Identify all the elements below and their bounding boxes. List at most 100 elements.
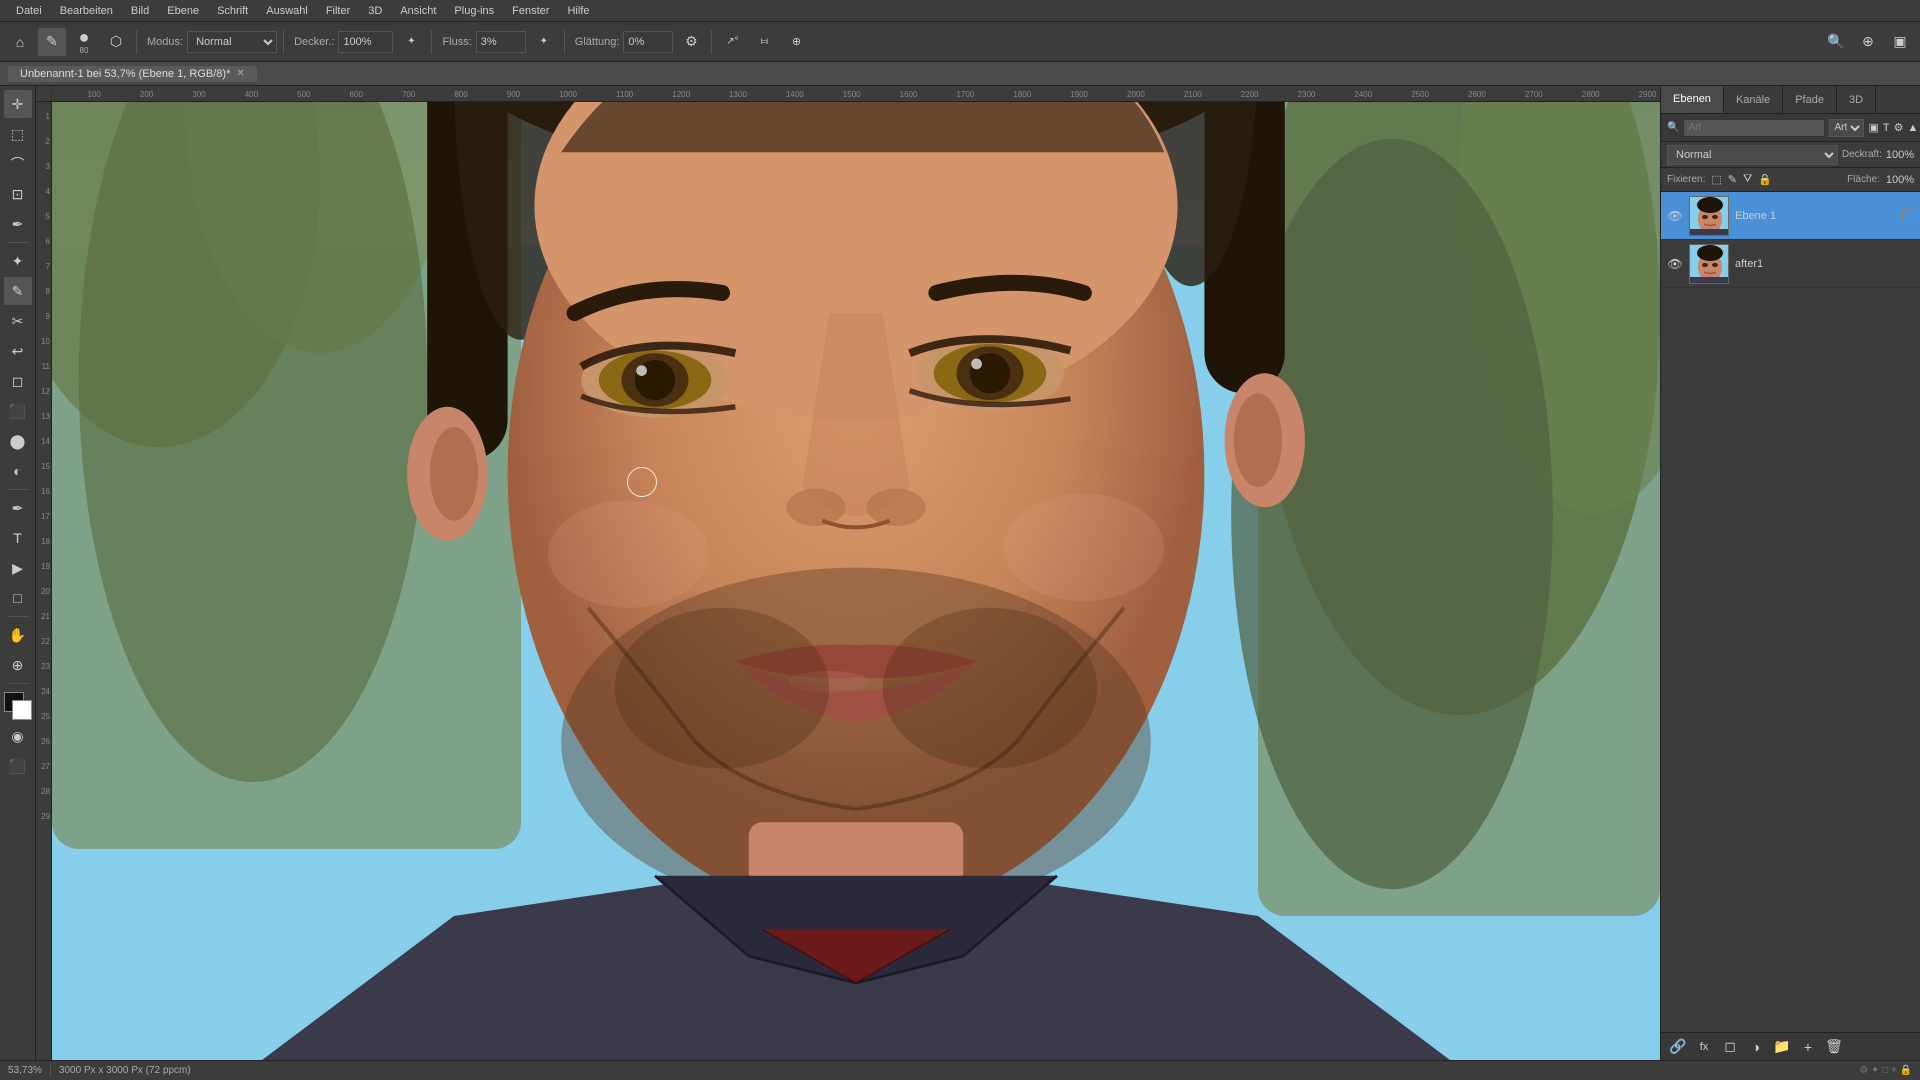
background-color[interactable] — [12, 700, 32, 720]
tab-pfade[interactable]: Pfade — [1783, 86, 1837, 113]
quick-mask-tool[interactable]: ◉ — [4, 722, 32, 750]
menu-plugins[interactable]: Plug-ins — [446, 3, 502, 19]
screen-mode-tool[interactable]: ⬛ — [4, 752, 32, 780]
layer-type-filter[interactable] — [1683, 119, 1825, 137]
tab-kanaele[interactable]: Kanäle — [1724, 86, 1783, 113]
menu-ebene[interactable]: Ebene — [159, 3, 207, 19]
canvas-with-ruler: 123 456 789 101112 131415 161718 192021 … — [36, 102, 1660, 1060]
menu-filter[interactable]: Filter — [318, 3, 358, 19]
link-layers-btn[interactable]: 🔗 — [1667, 1036, 1689, 1058]
layer-view-btn[interactable]: ▣ — [1868, 118, 1878, 138]
layer-style-btn[interactable]: fx — [1693, 1036, 1715, 1058]
menu-auswahl[interactable]: Auswahl — [258, 3, 316, 19]
ruler-left: 123 456 789 101112 131415 161718 192021 … — [36, 102, 52, 1060]
mode-select[interactable]: Normal — [187, 31, 277, 53]
menu-bearbeiten[interactable]: Bearbeiten — [52, 3, 121, 19]
fluss-pressure-btn[interactable]: ✦ — [530, 28, 558, 56]
new-layer-btn[interactable]: + — [1797, 1036, 1819, 1058]
move-tool[interactable]: ✛ — [4, 90, 32, 118]
tab-ebenen[interactable]: Ebenen — [1661, 86, 1724, 113]
symmetry-btn[interactable]: ⧦ — [750, 28, 778, 56]
layer-lock-row: Fixieren: ⬚ ✎ ⛛ 🔒 Fläche: 100% — [1661, 168, 1920, 192]
layer-thumbnail — [1689, 196, 1729, 236]
layer-item[interactable]: 👁 after1 — [1661, 240, 1920, 288]
tool-sep-3 — [7, 616, 29, 617]
doc-tab[interactable]: Unbenannt-1 bei 53,7% (Ebene 1, RGB/8)* … — [8, 66, 257, 82]
home-tool-btn[interactable]: ⌂ — [6, 28, 34, 56]
color-swatches[interactable] — [4, 692, 32, 720]
eraser-tool[interactable]: ◻ — [4, 367, 32, 395]
menu-ansicht[interactable]: Ansicht — [392, 3, 444, 19]
history-brush-tool[interactable]: ↩ — [4, 337, 32, 365]
menu-hilfe[interactable]: Hilfe — [559, 3, 597, 19]
gradient-tool[interactable]: ⬛ — [4, 397, 32, 425]
search-btn-toolbar[interactable]: 🔍 — [1822, 28, 1850, 56]
menu-datei[interactable]: Datei — [8, 3, 50, 19]
spot-heal-tool[interactable]: ✦ — [4, 247, 32, 275]
arrange-btn[interactable]: ▣ — [1886, 28, 1914, 56]
mode-label: Modus: — [147, 36, 183, 48]
brush-tool-active[interactable]: ✎ — [38, 28, 66, 56]
panel-tabs: Ebenen Kanäle Pfade 3D — [1661, 86, 1920, 114]
layers-toolbar: 🔍 Art ▣ T ⚙ ▲ ◻ — [1661, 114, 1920, 142]
layer-thumbnail — [1689, 244, 1729, 284]
layer-adjust-btn[interactable]: ⚙ — [1894, 118, 1904, 138]
layer-name: Ebene 1 — [1735, 210, 1896, 222]
layer-blend-select[interactable]: Normal — [1667, 145, 1838, 165]
adjustment-layer-btn[interactable]: ◑ — [1745, 1036, 1767, 1058]
brush-tool[interactable]: ✎ — [4, 277, 32, 305]
brush-size-label: 80 — [80, 46, 89, 55]
document-titlebar: Unbenannt-1 bei 53,7% (Ebene 1, RGB/8)* … — [0, 62, 1920, 86]
zoom-tool[interactable]: ⊕ — [4, 651, 32, 679]
status-bar: 53,73% 3000 Px x 3000 Px (72 ppcm) ⚙ ✦ □… — [0, 1060, 1920, 1080]
lasso-tool[interactable]: ⌒ — [4, 150, 32, 178]
fluss-label: Fluss: — [442, 36, 471, 48]
tool-sep-1 — [7, 242, 29, 243]
hand-tool[interactable]: ✋ — [4, 621, 32, 649]
layer-color-btn[interactable]: ▲ — [1907, 118, 1918, 138]
menu-bild[interactable]: Bild — [123, 3, 157, 19]
delete-layer-btn[interactable]: 🗑 — [1823, 1036, 1845, 1058]
lock-transparent-btn[interactable]: ⬚ — [1711, 173, 1721, 186]
brush-angle-btn[interactable]: ↗° — [718, 28, 746, 56]
menu-fenster[interactable]: Fenster — [504, 3, 557, 19]
path-select-tool[interactable]: ▶ — [4, 554, 32, 582]
layer-visibility-btn[interactable]: 👁 — [1667, 256, 1683, 272]
layer-text-btn[interactable]: T — [1883, 118, 1890, 138]
layers-list: 👁 Ebene 1 — [1661, 192, 1920, 1032]
layer-item[interactable]: 👁 Ebene 1 — [1661, 192, 1920, 240]
separator-3 — [431, 30, 432, 54]
eyedropper-tool[interactable]: ✒ — [4, 210, 32, 238]
menu-3d[interactable]: 3D — [360, 3, 390, 19]
pen-tool[interactable]: ✒ — [4, 494, 32, 522]
clone-stamp-tool[interactable]: ✂ — [4, 307, 32, 335]
decker-input[interactable] — [338, 31, 393, 53]
brush-settings-btn[interactable]: ⬡ — [102, 28, 130, 56]
layers-bottom-toolbar: 🔗 fx ◻ ◑ 📁 + 🗑 — [1661, 1032, 1920, 1060]
tab-3d[interactable]: 3D — [1837, 86, 1876, 113]
selection-tool[interactable]: ⬚ — [4, 120, 32, 148]
canvas-viewport[interactable] — [52, 102, 1660, 1060]
shape-tool[interactable]: □ — [4, 584, 32, 612]
blur-tool[interactable]: ⬤ — [4, 427, 32, 455]
doc-close-btn[interactable]: ✕ — [236, 68, 244, 79]
lock-all-btn[interactable]: 🔒 — [1758, 173, 1772, 186]
text-tool[interactable]: T — [4, 524, 32, 552]
extra-btn[interactable]: ⊕ — [782, 28, 810, 56]
lock-position-btn[interactable]: ⛛ — [1743, 173, 1752, 186]
glaettung-input[interactable] — [623, 31, 673, 53]
menu-schrift[interactable]: Schrift — [209, 3, 256, 19]
fluss-input[interactable] — [476, 31, 526, 53]
glaettung-settings-btn[interactable]: ⚙ — [677, 28, 705, 56]
decker-pressure-btn[interactable]: ✦ — [397, 28, 425, 56]
status-extra: ⚙ ✦ □ + 🔒 — [1859, 1065, 1912, 1076]
lock-label: Fixieren: — [1667, 174, 1705, 185]
group-layers-btn[interactable]: 📁 — [1771, 1036, 1793, 1058]
lock-image-btn[interactable]: ✎ — [1728, 173, 1737, 186]
add-mask-btn[interactable]: ◻ — [1719, 1036, 1741, 1058]
layer-kind-select[interactable]: Art — [1829, 119, 1864, 137]
dodge-tool[interactable]: ◐ — [4, 457, 32, 485]
crop-tool[interactable]: ⊡ — [4, 180, 32, 208]
layer-visibility-btn[interactable]: 👁 — [1667, 208, 1683, 224]
zoom-btn-toolbar[interactable]: ⊕ — [1854, 28, 1882, 56]
